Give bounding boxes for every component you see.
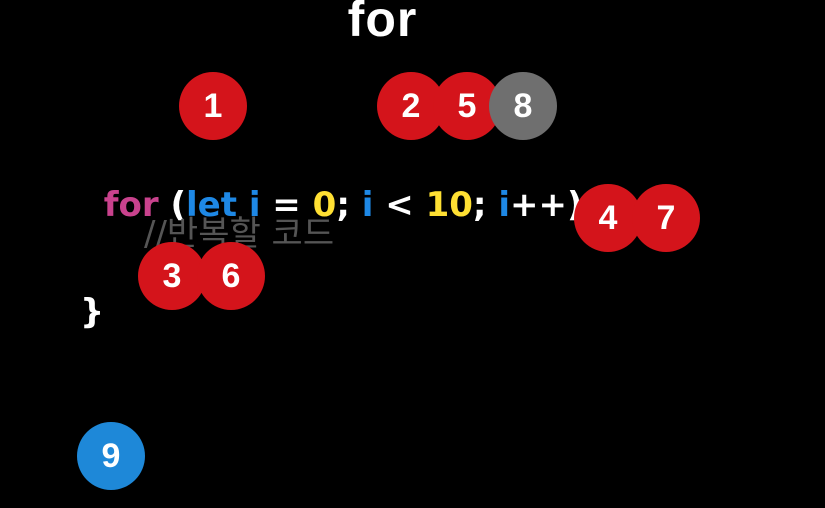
step-badge-3: 3 — [138, 242, 206, 310]
code-token-ten: 10 — [425, 185, 473, 225]
code-token-less-than: < — [373, 185, 426, 225]
step-badge-9: 9 — [77, 422, 145, 490]
code-token-semicolon-2: ; — [472, 185, 499, 225]
code-closing-brace: } — [80, 292, 105, 332]
code-token-semicolon-1: ; — [336, 185, 362, 225]
code-token-i-cond: i — [361, 185, 374, 225]
step-badge-1: 1 — [179, 72, 247, 140]
code-line-for-header: for (let i = 0; i < 10; i++) { — [80, 145, 619, 225]
page-title: for — [347, 0, 418, 47]
step-badge-8: 8 — [489, 72, 557, 140]
code-token-i-incr: i — [498, 185, 510, 225]
step-badge-6: 6 — [197, 242, 265, 310]
step-badge-7: 7 — [632, 184, 700, 252]
